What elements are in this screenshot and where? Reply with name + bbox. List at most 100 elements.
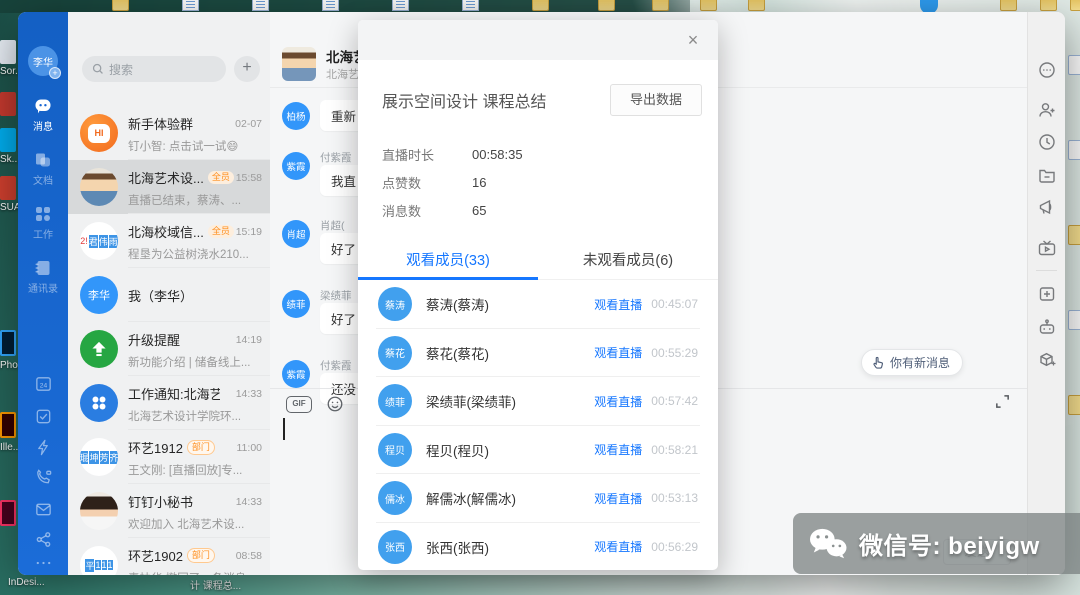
desktop-folder-icon[interactable] <box>1070 0 1080 11</box>
sidebar-item-work[interactable]: 工作 <box>18 204 68 241</box>
chat-list-item[interactable]: 平111 环艺1902 部门 08:58 素柚华 撤回了一条消息 <box>68 538 270 575</box>
desktop-app-icon[interactable] <box>0 176 16 200</box>
avatar-tile: 平 <box>85 559 94 572</box>
live-stats: 直播时长00:58:35 点赞数16 消息数65 <box>358 116 718 224</box>
member-tabs: 观看成员(33) 未观看成员(6) <box>358 242 718 280</box>
announcement-icon[interactable] <box>1037 197 1057 222</box>
message-avatar[interactable]: 绩菲 <box>282 290 310 318</box>
watch-live-link[interactable]: 观看直播 <box>594 490 642 507</box>
watch-live-link[interactable]: 观看直播 <box>594 344 642 361</box>
search-input[interactable]: 搜索 <box>82 56 226 82</box>
text-cursor <box>283 418 285 440</box>
todo-check-icon[interactable] <box>18 407 68 426</box>
emoji-button[interactable] <box>326 395 344 418</box>
more-dots-icon[interactable] <box>18 558 68 568</box>
sidebar-item-docs[interactable]: 文档 <box>18 150 68 187</box>
share-network-icon[interactable] <box>18 530 68 549</box>
chat-preview: 素柚华 撤回了一条消息 <box>128 570 262 575</box>
tab-watched-members[interactable]: 观看成员(33) <box>358 242 538 279</box>
desktop-doc-icon[interactable] <box>1068 310 1080 330</box>
desktop-doc-icon[interactable] <box>182 0 199 11</box>
chat-list-item[interactable]: 北海艺术设... 全员 15:58 直播已结束，蔡涛、... <box>68 160 270 214</box>
stat-label: 直播时长 <box>382 145 472 164</box>
desktop-indesign-icon[interactable] <box>0 500 16 526</box>
chat-time: 15:58 <box>236 172 262 184</box>
folder-icon[interactable] <box>1037 165 1057 190</box>
desktop-app-icon[interactable] <box>0 92 16 116</box>
desktop-doc-icon[interactable] <box>392 0 409 11</box>
chat-preview: 新功能介绍 | 储备线上... <box>128 354 262 370</box>
modal-close-icon[interactable]: × <box>682 29 704 51</box>
member-row: 蔡涛 蔡涛(蔡涛) 观看直播 00:45:07 <box>358 280 718 329</box>
new-message-pill[interactable]: 你有新消息 <box>861 349 963 376</box>
desktop-doc-icon[interactable] <box>462 0 479 11</box>
watch-live-link[interactable]: 观看直播 <box>594 538 642 555</box>
plugin-cube-icon[interactable] <box>1037 350 1057 375</box>
tab-unwatched-members[interactable]: 未观看成员(6) <box>538 242 718 279</box>
chat-list-item[interactable]: 琨坤芳齐 环艺1912 部门 11:00 王文刚: [直播回放]专... <box>68 430 270 484</box>
desktop-folder-icon[interactable] <box>1068 395 1080 415</box>
modal-title: 展示空间设计 课程总结 <box>382 88 546 112</box>
desktop-photoshop-icon[interactable] <box>0 330 16 356</box>
watch-live-link[interactable]: 观看直播 <box>594 296 642 313</box>
desktop-folder-icon[interactable] <box>1068 225 1080 245</box>
chat-list-item[interactable]: 工作通知:北海艺... 14:33 北海艺术设计学院环... <box>68 376 270 430</box>
add-app-icon[interactable] <box>1037 284 1057 309</box>
message-avatar[interactable]: 柏杨 <box>282 102 310 130</box>
desktop-app-icon[interactable] <box>0 40 16 64</box>
member-name: 蔡花(蔡花) <box>426 343 594 363</box>
chat-list-item[interactable]: 钉钉小秘书 14:33 欢迎加入 北海艺术设... <box>68 484 270 538</box>
message-avatar[interactable]: 紫霞 <box>282 152 310 180</box>
sidebar-item-contacts[interactable]: 通讯录 <box>18 258 68 295</box>
desktop-doc-icon[interactable] <box>322 0 339 11</box>
desktop-doc-icon[interactable] <box>252 0 269 11</box>
more-circle-icon[interactable] <box>1037 60 1057 85</box>
chat-list-item[interactable]: 2!君伟雨 北海校域信... 全员 15:19 程垦为公益树浇水210... <box>68 214 270 268</box>
desktop-folder-icon[interactable] <box>1040 0 1057 11</box>
user-avatar[interactable]: 李华 + <box>28 46 58 76</box>
desktop-doc-icon[interactable] <box>1068 140 1080 160</box>
desktop-folder-icon[interactable] <box>112 0 129 11</box>
desktop-folder-icon[interactable] <box>700 0 717 11</box>
chat-name: 工作通知:北海艺... <box>128 384 220 403</box>
chat-name: 环艺1912 <box>128 438 183 457</box>
work-grid-icon <box>33 204 53 224</box>
member-name: 蔡涛(蔡涛) <box>426 294 594 314</box>
watermark: 微信号: beiyigw <box>793 513 1080 574</box>
phone-call-icon[interactable] <box>18 468 68 487</box>
desktop-folder-icon[interactable] <box>598 0 615 11</box>
chat-list-item[interactable]: HI 新手体验群 02-07 钉小智: 点击试一试😄 <box>68 106 270 160</box>
desktop-illustrator-icon[interactable] <box>0 412 16 438</box>
add-chat-button[interactable]: + <box>234 56 260 82</box>
desktop-doc-icon[interactable] <box>1068 55 1080 75</box>
mail-icon[interactable] <box>18 500 68 519</box>
add-member-icon[interactable] <box>1037 100 1057 125</box>
desktop-app-icon[interactable] <box>0 128 16 152</box>
expand-icon[interactable] <box>994 393 1011 415</box>
desktop-folder-icon[interactable] <box>748 0 765 11</box>
avatar-tile: 坤 <box>89 451 98 464</box>
export-data-button[interactable]: 导出数据 <box>610 84 702 116</box>
robot-icon[interactable] <box>1037 317 1057 342</box>
member-row: 程贝 程贝(程贝) 观看直播 00:58:21 <box>358 426 718 475</box>
desktop-folder-icon[interactable] <box>652 0 669 11</box>
desktop-icon-label: 计 课程总... <box>190 577 241 592</box>
calendar-icon[interactable]: 24 <box>18 374 68 393</box>
watch-live-link[interactable]: 观看直播 <box>594 393 642 410</box>
gif-button[interactable]: GIF <box>286 396 312 413</box>
message-avatar[interactable]: 肖超 <box>282 220 310 248</box>
lightning-icon[interactable] <box>18 438 68 457</box>
conversation-avatar[interactable] <box>282 47 316 81</box>
watch-live-link[interactable]: 观看直播 <box>594 441 642 458</box>
avatar-tile: 1 <box>108 560 113 570</box>
desktop-folder-icon[interactable] <box>1000 0 1017 11</box>
chat-name: 北海校域信... <box>128 222 204 241</box>
message-avatar[interactable]: 紫霞 <box>282 360 310 388</box>
chat-preview: 钉小智: 点击试一试😄 <box>128 138 262 154</box>
desktop-folder-icon[interactable] <box>532 0 549 11</box>
history-clock-icon[interactable] <box>1037 132 1057 157</box>
live-video-icon[interactable] <box>1037 238 1057 263</box>
chat-list-item[interactable]: 李华 我（李华） <box>68 268 270 322</box>
chat-list-item[interactable]: 升级提醒 14:19 新功能介绍 | 储备线上... <box>68 322 270 376</box>
sidebar-item-messages[interactable]: 消息 <box>18 96 68 133</box>
